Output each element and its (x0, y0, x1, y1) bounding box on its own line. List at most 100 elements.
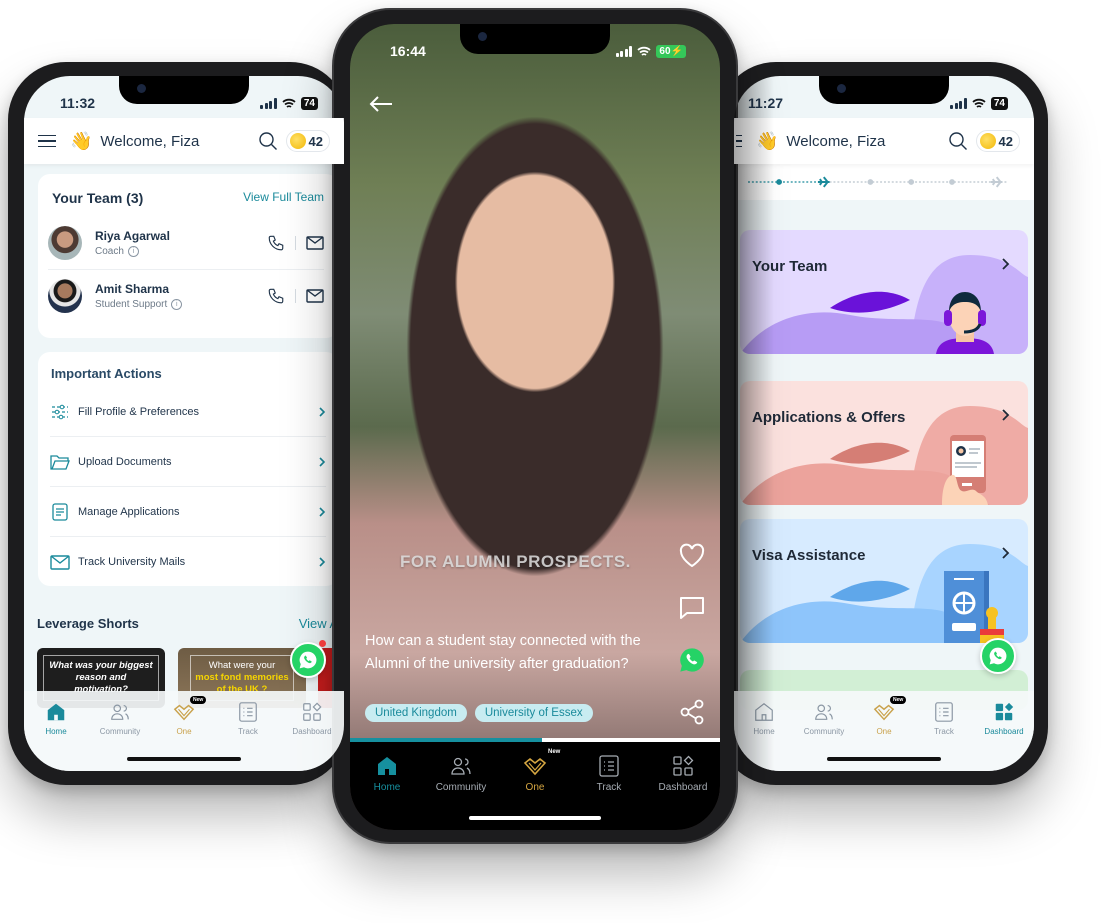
phone-icon[interactable] (267, 287, 285, 305)
whatsapp-icon (299, 651, 317, 669)
plane-icon (817, 176, 830, 188)
home-indicator (469, 816, 601, 820)
tab-label: Track (596, 782, 622, 793)
grid-icon (673, 755, 694, 776)
coin-icon (979, 133, 996, 149)
comment-icon[interactable] (678, 594, 706, 622)
notch (460, 24, 610, 54)
short-caption-highlight: most fond memories (195, 672, 289, 683)
tab-label: Home (373, 782, 401, 793)
action-manage-applications[interactable]: Manage Applications (50, 487, 326, 537)
community-icon (451, 757, 471, 775)
shadow-overlay (734, 76, 774, 771)
share-icon[interactable] (678, 698, 706, 726)
heart-icon[interactable] (678, 542, 706, 570)
journey-progress (734, 164, 1034, 200)
avatar (48, 279, 82, 313)
diamond-icon (873, 704, 895, 721)
team-member[interactable]: Riya Agarwal Coach i (48, 216, 324, 269)
mail-icon[interactable] (306, 289, 324, 303)
new-badge: New (548, 749, 561, 755)
coins-badge[interactable]: 42 (285, 130, 330, 152)
whatsapp-share-icon[interactable] (678, 646, 706, 674)
camera-icon (478, 32, 487, 41)
actions-title: Important Actions (51, 366, 162, 381)
mail-icon[interactable] (306, 235, 324, 250)
journey-step (908, 179, 915, 185)
coins-badge[interactable]: 42 (975, 130, 1020, 152)
back-arrow-icon[interactable] (368, 94, 394, 114)
whatsapp-icon (989, 647, 1007, 665)
phone-icon[interactable] (267, 234, 285, 252)
battery-indicator: 60⚡ (656, 44, 686, 58)
welcome-title: Welcome, Fiza (786, 132, 886, 150)
phone-shorts-player: 16:44 60⚡ FOR ALUMNI PROSPECTS. How can … (332, 8, 738, 844)
tab-home[interactable]: Home (26, 701, 86, 771)
diamond-icon (523, 757, 547, 776)
dashboard-screen: 11:27 74 👋 Welcome, Fiza 42 (734, 76, 1034, 771)
tab-label: One (176, 727, 192, 736)
action-upload-documents[interactable]: Upload Documents (50, 437, 326, 487)
member-role: Student Support (95, 299, 168, 310)
divider (295, 289, 296, 303)
tab-home[interactable]: Home (357, 754, 417, 830)
checklist-icon (239, 702, 257, 722)
coin-icon (289, 133, 306, 149)
action-label: Upload Documents (78, 455, 172, 468)
journey-step (949, 179, 955, 185)
wave-emoji-icon: 👋 (70, 130, 93, 151)
important-actions-card: Important Actions Fill Profile & Prefere… (38, 352, 338, 586)
home-indicator (127, 757, 241, 761)
wifi-icon (972, 98, 986, 108)
menu-icon[interactable] (38, 134, 56, 148)
grid-icon (303, 702, 322, 721)
tab-dashboard[interactable]: Dashboard (974, 701, 1034, 771)
home-icon (47, 703, 65, 721)
community-icon (815, 704, 833, 720)
search-icon[interactable] (948, 131, 968, 151)
document-icon (52, 502, 68, 521)
divider (295, 235, 296, 250)
whatsapp-fab[interactable] (290, 640, 326, 678)
plane-icon (990, 176, 1003, 188)
journey-step-done (776, 179, 782, 185)
chevron-right-icon (319, 406, 326, 417)
feature-card-your-team[interactable]: Your Team (740, 230, 1028, 354)
tab-label: Track (934, 727, 954, 736)
battery-indicator: 74 (300, 96, 318, 110)
tab-label: One (876, 727, 892, 736)
tab-label: Track (238, 727, 258, 736)
battery-indicator: 74 (990, 96, 1008, 110)
tag-university[interactable]: University of Essex (474, 704, 593, 722)
action-track-mails[interactable]: Track University Mails (50, 537, 326, 587)
feature-card-visa-assistance[interactable]: Visa Assistance (740, 519, 1028, 643)
coin-count: 42 (308, 133, 323, 149)
home-screen: 11:32 74 👋 Welcome, Fiza 42 Your Team (3… (24, 76, 344, 771)
notch (819, 76, 949, 104)
team-member[interactable]: Amit Sharma Student Support i (48, 269, 324, 322)
chevron-right-icon (319, 456, 326, 467)
welcome-title: Welcome, Fiza (100, 132, 200, 150)
whatsapp-fab[interactable] (980, 638, 1016, 674)
diamond-icon (173, 704, 195, 721)
signal-icon (950, 97, 967, 109)
status-time: 16:44 (390, 43, 426, 59)
info-icon[interactable]: i (127, 245, 139, 257)
view-full-team-link[interactable]: View Full Team (243, 190, 324, 206)
tab-dashboard[interactable]: Dashboard (653, 754, 713, 830)
signal-icon (615, 45, 633, 57)
tab-dashboard[interactable]: Dashboard (282, 701, 342, 771)
new-badge: New (190, 696, 207, 704)
short-caption: What were your (208, 660, 276, 671)
feature-card-applications-offers[interactable]: Applications & Offers (740, 381, 1028, 505)
tag-country[interactable]: United Kingdom (365, 704, 467, 722)
info-icon[interactable]: i (171, 299, 183, 310)
camera-icon (137, 84, 146, 93)
signal-icon (260, 97, 277, 109)
notch (119, 76, 249, 104)
chevron-right-icon (1002, 409, 1010, 421)
action-fill-profile[interactable]: Fill Profile & Preferences (50, 387, 326, 437)
search-icon[interactable] (258, 131, 278, 151)
member-name: Amit Sharma (95, 282, 170, 296)
tab-label: Dashboard (984, 727, 1024, 736)
